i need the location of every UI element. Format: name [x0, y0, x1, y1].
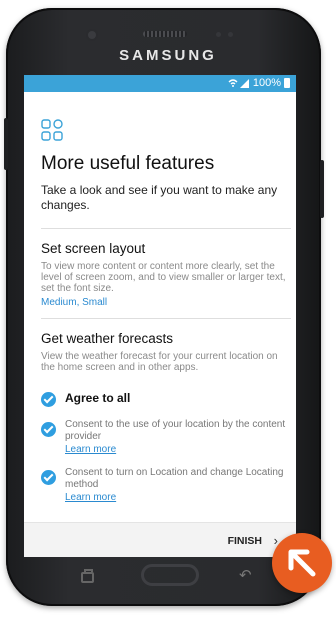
badge-arrow-icon	[272, 533, 332, 593]
proximity-sensor	[216, 32, 221, 37]
screen: 100% More useful features Take a look an…	[24, 75, 296, 557]
learn-more-link[interactable]: Learn more	[65, 492, 291, 503]
agree-all-label: Agree to all	[65, 391, 131, 405]
section-title: Get weather forecasts	[41, 331, 174, 346]
divider	[41, 228, 291, 229]
checkbox-checked-icon	[41, 392, 56, 407]
footer-bar: FINISH ›	[24, 522, 296, 557]
agree-all-checkbox[interactable]: Agree to all	[41, 391, 291, 407]
content: More useful features Take a look and see…	[41, 119, 291, 503]
checkbox-checked-icon	[41, 470, 56, 485]
section-screen-layout[interactable]: Set screen layout To view more content o…	[41, 241, 291, 308]
front-camera	[88, 31, 96, 39]
consent-text: Consent to the use of your location by t…	[65, 419, 286, 442]
finish-button[interactable]: FINISH	[228, 535, 262, 547]
consent-locating-method-checkbox[interactable]: Consent to turn on Location and change L…	[41, 467, 291, 503]
section-title: Set screen layout	[41, 241, 146, 256]
home-button[interactable]	[141, 564, 199, 586]
battery-percent: 100%	[252, 77, 281, 89]
volume-button	[4, 118, 8, 170]
divider	[41, 318, 291, 319]
consent-text: Consent to turn on Location and change L…	[65, 467, 284, 490]
consent-location-checkbox[interactable]: Consent to the use of your location by t…	[41, 419, 291, 455]
battery-icon	[284, 78, 290, 88]
page-subtitle: Take a look and see if you want to make …	[41, 183, 278, 212]
section-description: To view more content or content more cle…	[41, 261, 286, 294]
back-icon[interactable]: ↶	[239, 566, 252, 584]
status-bar: 100%	[24, 75, 296, 92]
power-button	[320, 160, 324, 218]
recent-apps-icon[interactable]	[81, 569, 94, 583]
section-weather: Get weather forecasts View the weather f…	[41, 331, 291, 373]
learn-more-link[interactable]: Learn more	[65, 444, 291, 455]
light-sensor	[228, 32, 233, 37]
section-value: Medium, Small	[41, 297, 108, 308]
arrow-up-left-icon	[288, 549, 316, 577]
section-description: View the weather forecast for your curre…	[41, 351, 278, 373]
earpiece-speaker	[143, 31, 187, 37]
page-title: More useful features	[41, 153, 215, 174]
checkbox-checked-icon	[41, 422, 56, 437]
wifi-signal-icon	[228, 79, 249, 88]
brand-logo: SAMSUNG	[119, 47, 217, 64]
grid-icon	[41, 119, 63, 141]
